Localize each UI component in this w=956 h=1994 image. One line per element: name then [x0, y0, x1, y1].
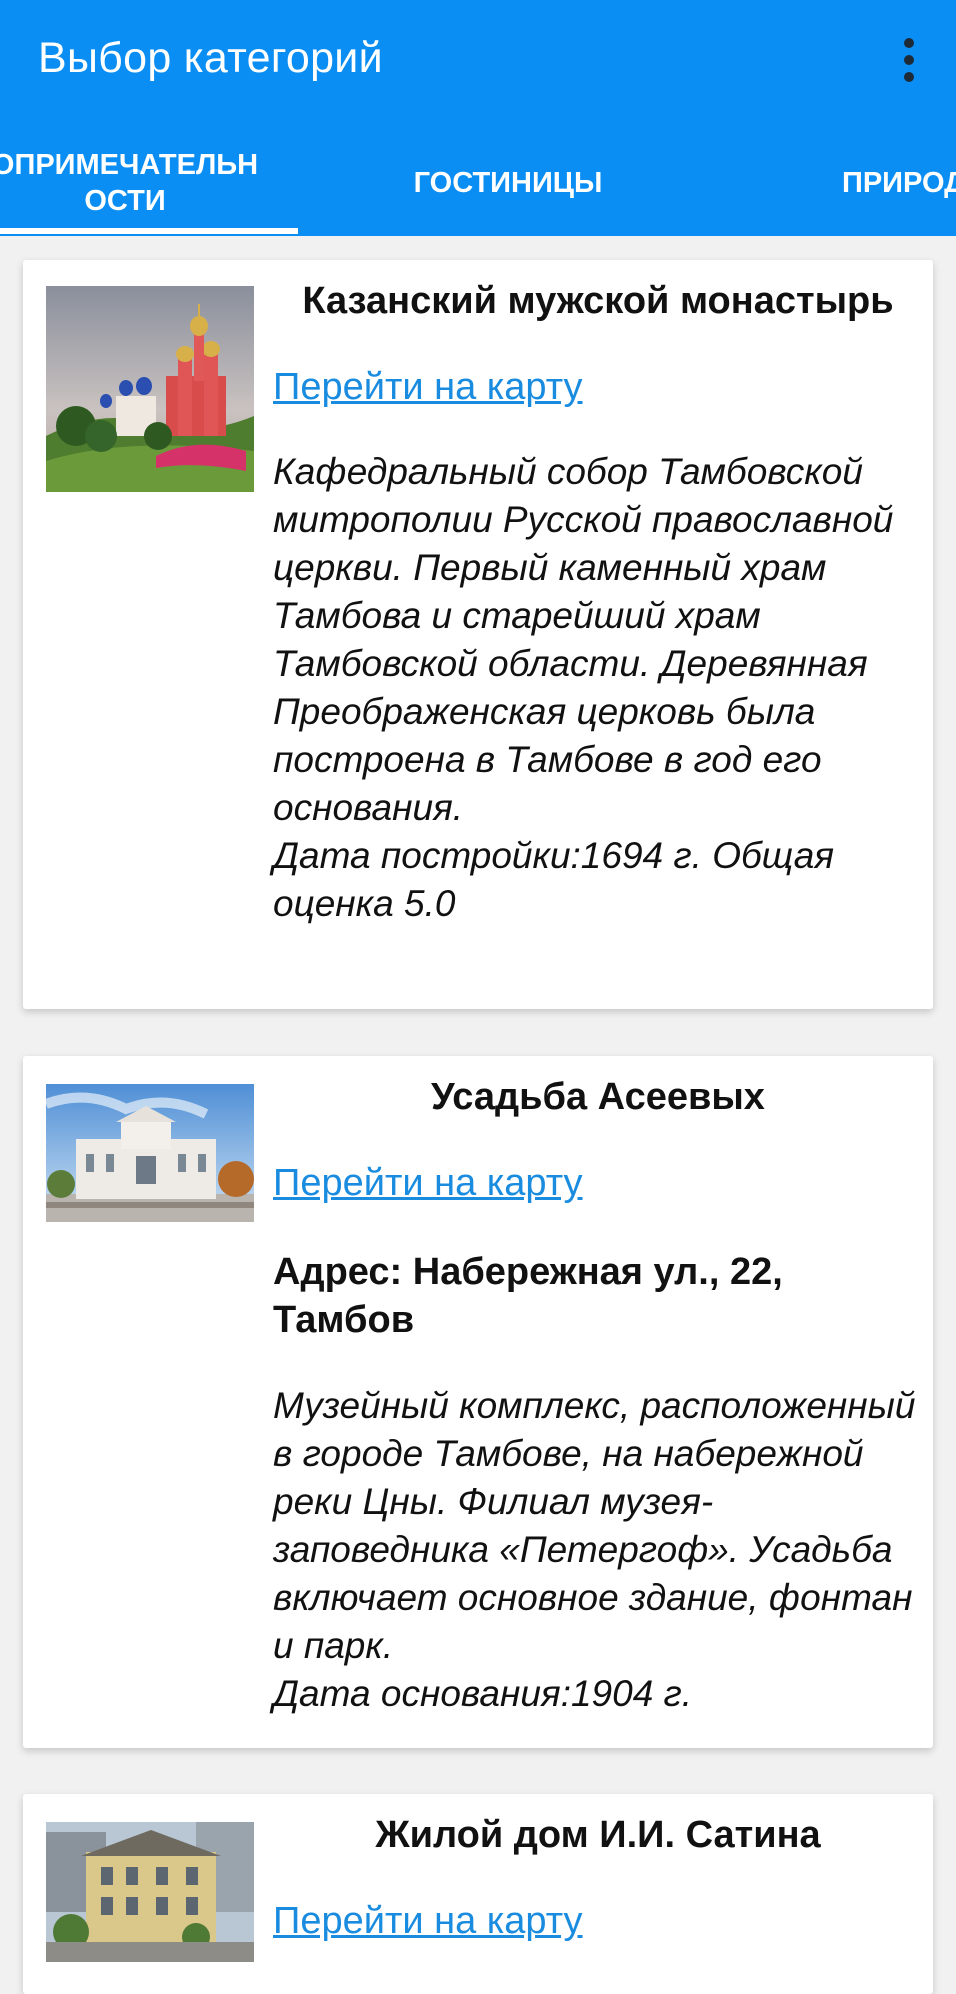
place-title: Усадьба Асеевых	[431, 1076, 765, 1118]
place-title: Казанский мужской монастырь	[302, 280, 894, 322]
page-title: Выбор категорий	[38, 34, 383, 82]
app-bar: Выбор категорий ОПРИМЕЧАТЕЛЬН ОСТИ ГОСТИ…	[0, 0, 956, 236]
place-address: Адрес: Набережная ул., 22, Тамбов	[273, 1251, 783, 1341]
place-title: Жилой дом И.И. Сатина	[375, 1814, 821, 1856]
tab-sights[interactable]: ОПРИМЕЧАТЕЛЬН ОСТИ	[0, 130, 260, 236]
place-card[interactable]: Усадьба Асеевых Перейти на карту Адрес: …	[23, 1056, 933, 1748]
place-photo	[46, 286, 254, 492]
place-description: Кафедральный собор Тамбовской митрополии…	[273, 451, 894, 924]
map-link[interactable]: Перейти на карту	[273, 1898, 923, 1944]
menu-dot	[904, 38, 914, 48]
map-link[interactable]: Перейти на карту	[273, 1160, 923, 1206]
place-content: Усадьба Асеевых Перейти на карту Адрес: …	[273, 1074, 923, 1718]
place-photo	[46, 1822, 254, 1962]
menu-dot	[904, 72, 914, 82]
menu-dot	[904, 55, 914, 65]
tab-indicator	[0, 228, 298, 234]
place-photo	[46, 1084, 254, 1222]
category-tabs: ОПРИМЕЧАТЕЛЬН ОСТИ ГОСТИНИЦЫ ПРИРОД	[0, 130, 956, 236]
place-card[interactable]: Жилой дом И.И. Сатина Перейти на карту	[23, 1794, 933, 1994]
tab-nature[interactable]: ПРИРОД	[842, 130, 956, 236]
map-link[interactable]: Перейти на карту	[273, 364, 923, 410]
more-vert-icon[interactable]	[902, 38, 916, 82]
place-description: Музейный комплекс, расположенный в город…	[273, 1385, 916, 1714]
place-content: Казанский мужской монастырь Перейти на к…	[273, 278, 923, 928]
place-content: Жилой дом И.И. Сатина Перейти на карту	[273, 1812, 923, 1944]
place-card[interactable]: Казанский мужской монастырь Перейти на к…	[23, 260, 933, 1009]
tab-hotels[interactable]: ГОСТИНИЦЫ	[380, 130, 636, 236]
